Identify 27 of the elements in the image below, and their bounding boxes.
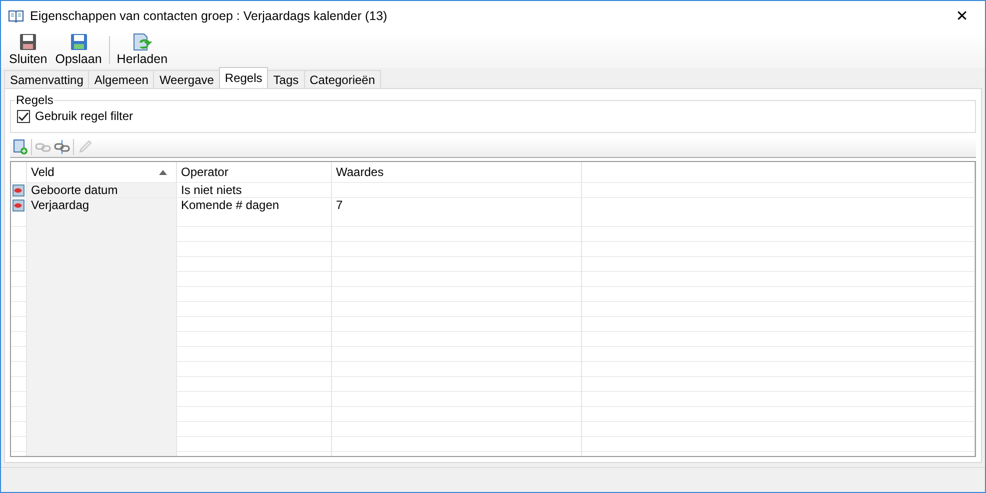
group-title: Regels [15, 93, 54, 107]
book-icon [8, 9, 24, 23]
save-icon [70, 33, 88, 51]
unlink-icon[interactable] [54, 139, 70, 155]
tab[interactable]: Samenvatting [4, 70, 90, 88]
save-button[interactable]: Opslaan [51, 33, 106, 66]
table-cell: Komende # dagen [181, 198, 280, 212]
reload-button[interactable]: Herladen [112, 33, 172, 66]
column-header[interactable]: Waardes [332, 162, 582, 182]
check-icon [18, 110, 29, 122]
table-cell: 7 [336, 198, 343, 212]
table-cell: Geboorte datum [31, 183, 118, 197]
close-button[interactable]: Sluiten [5, 33, 52, 66]
column-header[interactable]: Veld [27, 162, 177, 182]
reload-icon [132, 33, 152, 51]
rule-filter-checkbox[interactable]: Gebruik regel filter [17, 109, 969, 123]
table-cell: Verjaardag [31, 198, 90, 212]
tab[interactable]: Tags [267, 70, 305, 88]
tab[interactable]: Algemeen [88, 70, 154, 88]
close-button[interactable]: ✕ [939, 1, 985, 31]
window-title: Eigenschappen van contacten groep : Verjaardags kalender (13) [30, 9, 388, 23]
column-header[interactable]: Operator [177, 162, 332, 182]
tab[interactable]: Weergave [153, 70, 220, 88]
table-cell: Is niet niets [181, 183, 242, 197]
add-rule-icon[interactable] [12, 139, 28, 155]
tab[interactable]: Regels [218, 67, 268, 88]
tab[interactable]: Categorieën [304, 70, 382, 88]
